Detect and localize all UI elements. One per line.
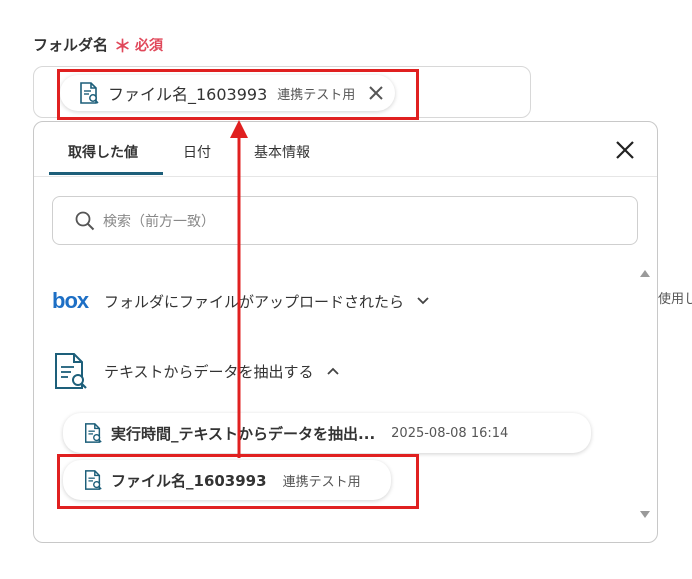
tab-retrieved-values[interactable]: 取得した値 — [68, 142, 138, 162]
scroll-up-arrow[interactable] — [640, 270, 650, 277]
item-value: 2025-08-08 16:14 — [391, 425, 509, 441]
chevron-down-icon — [417, 297, 429, 305]
section-text-extract[interactable]: テキストからデータを抽出する — [52, 351, 340, 391]
active-tab-indicator — [49, 172, 163, 175]
section-title: フォルダにファイルがアップロードされたら — [104, 292, 405, 311]
box-logo: box — [52, 288, 89, 313]
document-search-icon — [55, 353, 87, 389]
search-input[interactable]: 検索（前方一致） — [52, 196, 638, 245]
clipped-side-text: 使用し — [658, 292, 692, 307]
highlight-box-bottom — [57, 454, 419, 509]
field-label-text: フォルダ名 — [33, 36, 109, 54]
value-item-exec-time[interactable]: 実行時間_テキストからデータを抽出... 2025-08-08 16:14 — [63, 413, 591, 453]
scroll-down-arrow[interactable] — [640, 511, 650, 518]
search-placeholder: 検索（前方一致） — [103, 213, 215, 230]
document-search-icon — [85, 423, 102, 443]
chevron-up-icon — [326, 367, 339, 375]
required-asterisk: ＊ — [114, 37, 132, 57]
tab-basic-info[interactable]: 基本情報 — [254, 142, 310, 162]
highlight-box-top — [57, 69, 419, 120]
required-text: 必須 — [135, 37, 164, 54]
tab-date[interactable]: 日付 — [183, 142, 211, 162]
annotation-arrow — [230, 120, 248, 458]
search-icon — [75, 211, 95, 230]
close-icon[interactable] — [613, 138, 637, 162]
tab-bar: 取得した値 日付 基本情報 — [34, 122, 657, 177]
section-title: テキストからデータを抽出する — [104, 362, 314, 381]
field-label: フォルダ名 ＊ 必須 — [33, 32, 163, 57]
